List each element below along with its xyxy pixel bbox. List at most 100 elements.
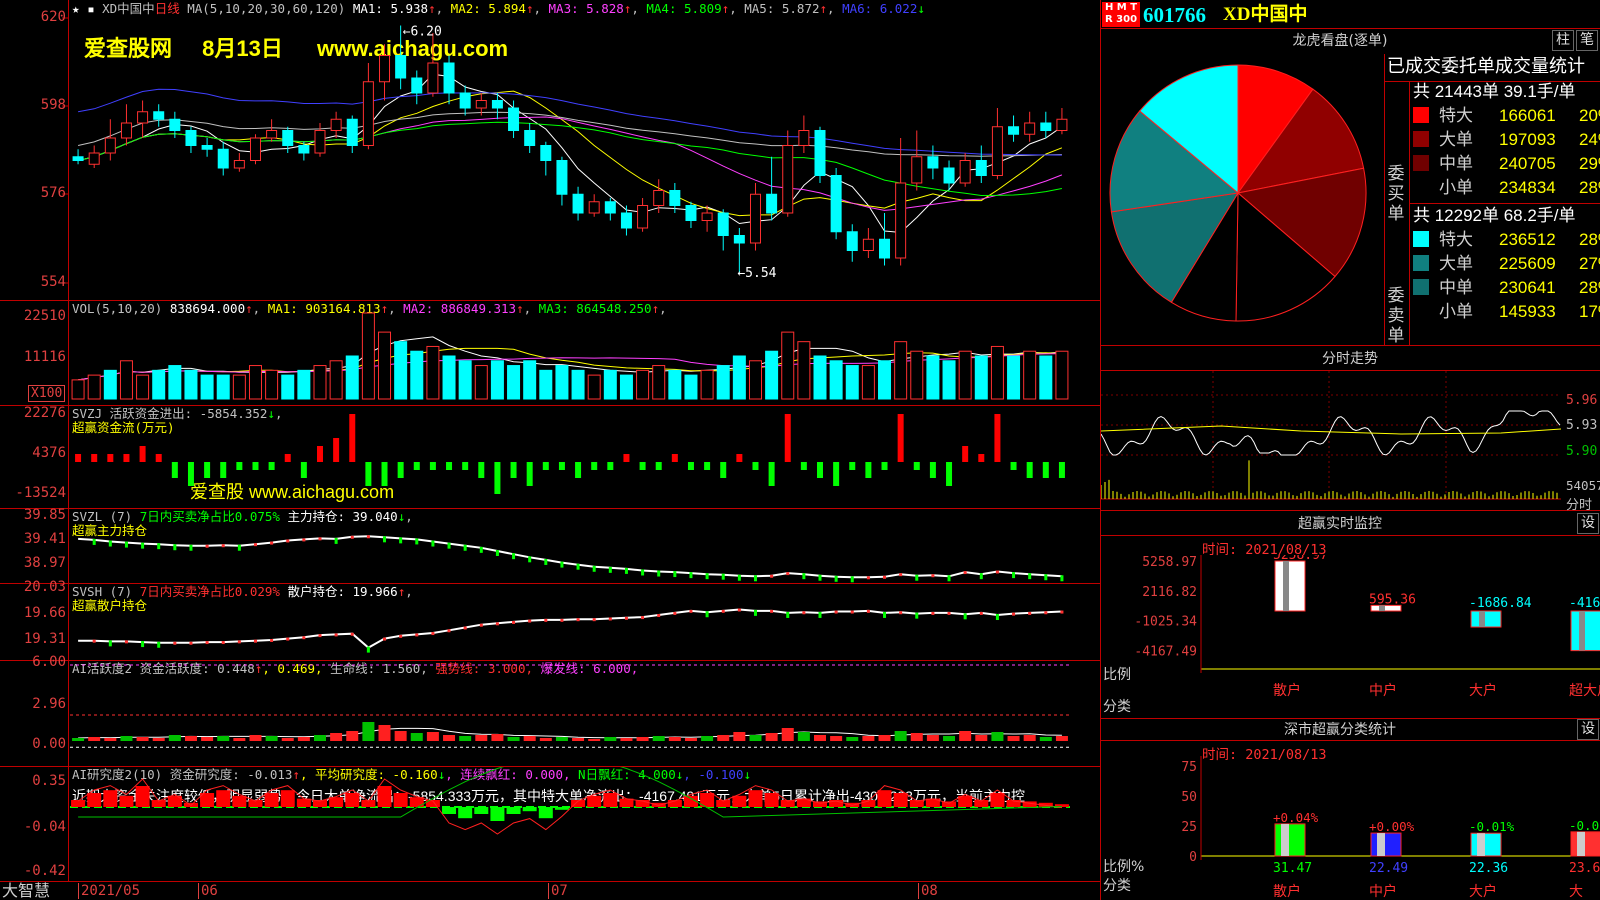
candle-body bbox=[798, 130, 810, 146]
candle-body bbox=[717, 212, 729, 236]
activity-bar bbox=[120, 736, 133, 741]
candle-body bbox=[88, 152, 100, 165]
holding-mark bbox=[624, 567, 628, 574]
order-percent: 29% bbox=[1579, 154, 1600, 173]
candle-body bbox=[846, 231, 858, 251]
candlestick-chart[interactable]: ←6.20 ←5.54 bbox=[70, 14, 1100, 298]
order-row: 特大 166061 20% bbox=[1413, 105, 1600, 127]
order-color-swatch bbox=[1413, 255, 1429, 271]
svzj-bar bbox=[833, 462, 840, 486]
research-bar bbox=[329, 797, 344, 807]
candle-body bbox=[104, 137, 116, 154]
monitor-settings-button[interactable]: 设 bbox=[1577, 513, 1599, 534]
svzj-bar bbox=[75, 454, 82, 462]
order-volume: 230641 bbox=[1499, 278, 1556, 297]
monitor-category: 超大户 bbox=[1569, 682, 1600, 699]
holding-mark bbox=[786, 572, 790, 576]
holding-mark bbox=[850, 610, 854, 614]
monitor-bar-value: -1686.84 bbox=[1469, 596, 1532, 611]
order-type: 小单 bbox=[1439, 178, 1473, 197]
order-color-swatch bbox=[1413, 231, 1429, 247]
candle-body bbox=[1040, 122, 1052, 131]
candle-body bbox=[766, 193, 778, 214]
candle-body bbox=[620, 212, 632, 229]
svzj-bar bbox=[897, 414, 904, 462]
vol-bar bbox=[507, 365, 521, 400]
holding-mark bbox=[495, 550, 499, 556]
classification-chart[interactable]: 75 50 25 0 +0.04% 31.47 散户 +0.00% 22.49 中户 -0.01% 2… bbox=[1101, 756, 1600, 900]
activity-bar bbox=[636, 737, 649, 741]
class-bar bbox=[1570, 831, 1600, 857]
class-bar-shade bbox=[1477, 833, 1485, 856]
holding-mark bbox=[108, 540, 112, 547]
candle-body bbox=[217, 148, 229, 169]
candle-body bbox=[1056, 118, 1068, 131]
classification-ratio-label: 比例% bbox=[1103, 859, 1145, 875]
svsh-chart[interactable] bbox=[70, 584, 1100, 660]
holding-mark bbox=[479, 546, 483, 553]
ai-activity-chart[interactable] bbox=[70, 661, 1100, 766]
vol-bar bbox=[603, 369, 617, 400]
candle-body bbox=[701, 212, 713, 221]
research-bar bbox=[587, 795, 602, 807]
vol-bar bbox=[410, 350, 424, 400]
brand-label[interactable]: 大智慧 bbox=[2, 882, 50, 900]
monitor-axis-tick: -1025.34 bbox=[1134, 615, 1197, 630]
activity-bar bbox=[410, 733, 423, 741]
holding-mark bbox=[866, 609, 870, 613]
intraday-chart[interactable] bbox=[1101, 371, 1600, 510]
activity-bar bbox=[168, 735, 181, 741]
svzl-chart[interactable] bbox=[70, 509, 1100, 583]
vol-bar bbox=[845, 365, 859, 400]
activity-bar bbox=[830, 736, 843, 741]
svzj-chart[interactable] bbox=[70, 406, 1100, 508]
holding-mark bbox=[512, 620, 516, 624]
holding-mark bbox=[463, 626, 467, 630]
order-percent: 24% bbox=[1579, 130, 1600, 149]
holding-mark bbox=[286, 539, 290, 543]
tick-mode-button[interactable]: 笔 bbox=[1576, 30, 1598, 51]
order-pie-chart[interactable] bbox=[1108, 60, 1378, 340]
holding-mark bbox=[818, 574, 822, 581]
order-volume: 197093 bbox=[1499, 130, 1556, 149]
holding-mark bbox=[1028, 611, 1032, 615]
volume-chart[interactable] bbox=[70, 301, 1100, 405]
candle-body bbox=[588, 201, 600, 214]
vol-axis-top: 22510 bbox=[23, 308, 66, 324]
holding-mark bbox=[431, 540, 435, 547]
svzj-bar bbox=[252, 462, 259, 470]
activity-bar bbox=[1007, 736, 1020, 741]
class-axis-tick: 75 bbox=[1181, 760, 1197, 775]
holding-mark bbox=[173, 544, 177, 551]
candle-body bbox=[975, 160, 987, 176]
activity-bar bbox=[894, 731, 907, 741]
research-bar bbox=[554, 807, 569, 810]
research-bar bbox=[732, 795, 747, 807]
classification-settings-button[interactable]: 设 bbox=[1577, 719, 1599, 740]
vol-bar bbox=[668, 369, 682, 400]
holding-mark bbox=[237, 544, 241, 551]
vol-bar bbox=[361, 312, 375, 400]
axis-tick-label: 620 bbox=[40, 9, 66, 25]
activity-bar bbox=[523, 736, 536, 741]
ai-research-chart[interactable] bbox=[70, 767, 1100, 881]
vol-bar bbox=[781, 331, 795, 400]
vol-bar bbox=[861, 365, 875, 400]
candle-body bbox=[120, 122, 132, 139]
holding-mark bbox=[673, 611, 677, 615]
monitor-chart[interactable]: 5258.97 2116.82 -1025.34 -4167.49 5258.97 散户 5… bbox=[1101, 555, 1600, 718]
activity-bar bbox=[426, 732, 439, 741]
svzj-bar bbox=[1058, 462, 1065, 478]
bar-mode-button[interactable]: 柱 bbox=[1552, 30, 1574, 51]
ma-line bbox=[78, 88, 1062, 156]
vol-bar bbox=[539, 369, 553, 400]
svzj-bar bbox=[704, 462, 711, 470]
holding-mark bbox=[899, 611, 903, 615]
holding-mark bbox=[883, 575, 887, 579]
holding-mark bbox=[415, 538, 419, 545]
holding-mark bbox=[608, 566, 612, 573]
svzj-bar bbox=[397, 462, 404, 478]
svzj-bar bbox=[994, 414, 1001, 462]
axis-tick-label: 39.41 bbox=[23, 531, 66, 547]
holding-mark bbox=[334, 537, 338, 544]
